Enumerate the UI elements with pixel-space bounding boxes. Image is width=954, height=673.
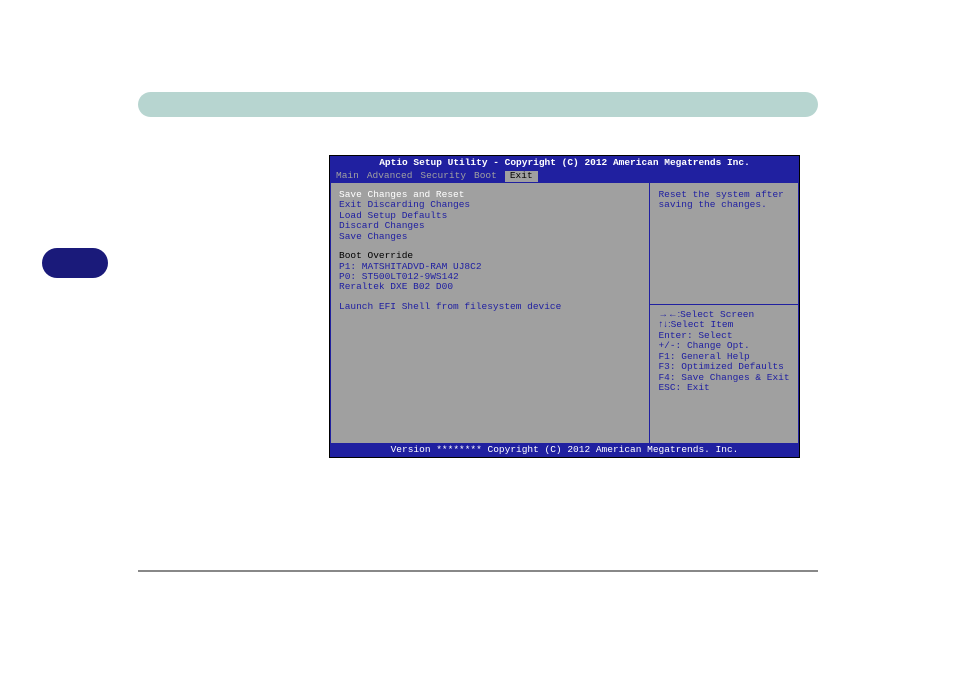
menu-launch-efi[interactable]: Launch EFI Shell from filesystem device (339, 302, 641, 312)
key-help: →←:Select Screen ↑↓:Select Item Enter: S… (650, 305, 798, 456)
help-esc: ESC: Exit (658, 383, 790, 393)
help-f3: F3: Optimized Defaults (658, 362, 790, 372)
tab-security[interactable]: Security (420, 171, 466, 181)
bios-help-panel: Reset the system after saving the change… (650, 183, 799, 457)
decorative-pill (42, 248, 108, 278)
tab-advanced[interactable]: Advanced (367, 171, 413, 181)
boot-override-heading: Boot Override (339, 251, 641, 261)
tab-boot[interactable]: Boot (474, 171, 497, 181)
bios-menu-panel: Save Changes and Reset Exit Discarding C… (330, 183, 650, 457)
tab-main[interactable]: Main (336, 171, 359, 181)
bios-footer: Version ******** Copyright (C) 2012 Amer… (330, 443, 799, 457)
decorative-bar-bottom (138, 570, 818, 572)
arrows-lr-icon: →←: (658, 309, 680, 320)
arrows-ud-icon: ↑↓: (658, 319, 670, 330)
item-help-text: Reset the system after saving the change… (650, 183, 798, 305)
menu-save-changes[interactable]: Save Changes (339, 232, 641, 242)
boot-device-realtek[interactable]: Reraltek DXE B02 D00 (339, 282, 641, 292)
bios-tab-bar: Main Advanced Security Boot Exit (330, 170, 799, 182)
decorative-bar-top (138, 92, 818, 117)
bios-title: Aptio Setup Utility - Copyright (C) 2012… (330, 156, 799, 170)
tab-exit[interactable]: Exit (505, 171, 538, 181)
bios-window: Aptio Setup Utility - Copyright (C) 2012… (329, 155, 800, 458)
bios-body: Save Changes and Reset Exit Discarding C… (330, 183, 799, 457)
